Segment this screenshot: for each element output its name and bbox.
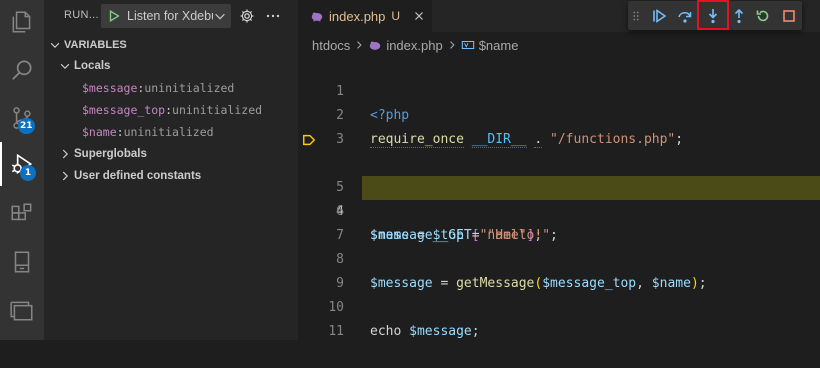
chevron-right-icon [449, 41, 455, 49]
source-control-badge: 21 [18, 118, 35, 134]
tab-bar: index.php U [298, 0, 820, 32]
breadcrumb-symbol[interactable]: $name [479, 38, 519, 53]
variable-name: $message [82, 81, 138, 95]
code-line-current: 4 $name = $_GET["name"]; [298, 128, 820, 243]
tab-git-status: U [391, 9, 401, 23]
source-control-icon[interactable]: 21 [0, 96, 44, 140]
stop-icon[interactable] [778, 5, 800, 27]
code-token: echo [370, 324, 402, 339]
run-debug-icon[interactable]: 1 [0, 142, 44, 186]
restart-icon[interactable] [752, 5, 774, 27]
code-line: 10 echo $message; [298, 272, 820, 339]
remote-explorer-icon[interactable] [0, 240, 44, 284]
search-icon[interactable] [0, 48, 44, 92]
sidebar-title: RUN... [64, 9, 99, 21]
variable-row[interactable]: $message: uninitialized [82, 77, 234, 99]
play-icon[interactable] [107, 9, 121, 23]
code-line: 7 [298, 200, 820, 243]
breadcrumb-file[interactable]: index.php [386, 38, 442, 53]
variable-separator: : [137, 81, 145, 95]
run-debug-header: RUN... Listen for Xdebug [44, 0, 298, 34]
continue-icon[interactable] [648, 5, 670, 27]
scope-superglobals[interactable]: Superglobals [58, 143, 147, 165]
variable-separator: : [116, 125, 124, 139]
debug-badge: 1 [20, 165, 36, 181]
close-icon[interactable] [412, 9, 426, 23]
symbol-variable-icon [461, 40, 474, 50]
variable-value: uninitialized [123, 125, 214, 139]
tab-index-php[interactable]: index.php U [298, 0, 432, 32]
chevron-right-icon [62, 149, 69, 159]
code-line: 9 [298, 248, 820, 291]
panels-icon[interactable] [0, 288, 44, 332]
chevron-down-icon [50, 42, 60, 49]
code-line: 2 require_once __DIR__ . "/functions.php… [298, 80, 820, 148]
step-into-highlight [697, 0, 729, 30]
explorer-icon[interactable] [0, 0, 44, 44]
code-line: 6 $message_top = "Hello!"; [298, 176, 820, 243]
gear-icon[interactable] [239, 8, 255, 24]
debug-toolbar [628, 0, 802, 30]
code-line: 11 [298, 296, 820, 339]
variables-title: VARIABLES [64, 39, 127, 51]
variables-section-header[interactable]: VARIABLES [44, 34, 298, 56]
editor-area: index.php U htdocs index.php $name 1 <?p… [298, 0, 820, 340]
scope-locals[interactable]: Locals [58, 55, 110, 77]
code-token: ; [471, 324, 480, 339]
chevron-right-icon [62, 171, 69, 181]
step-over-icon[interactable] [674, 5, 696, 27]
variable-value: uninitialized [144, 81, 235, 95]
scope-label: Superglobals [74, 148, 147, 160]
debug-sidebar: RUN... Listen for Xdebug VARIABLES Local… [44, 0, 298, 340]
code-line: 1 <?php [298, 56, 820, 123]
scope-label: Locals [74, 60, 111, 72]
launch-config-label: Listen for Xdebug [127, 9, 213, 23]
code-token: $message [409, 324, 472, 339]
breadcrumb-folder[interactable]: htdocs [312, 38, 350, 53]
code-line: 3 [298, 104, 820, 147]
line-number: 11 [328, 324, 344, 339]
extensions-icon[interactable] [0, 192, 44, 236]
variable-row[interactable]: $message_top: uninitialized [82, 99, 262, 121]
breadcrumb: htdocs index.php $name [312, 34, 518, 56]
launch-config-select[interactable]: Listen for Xdebug [101, 4, 231, 28]
code-line: 8 $message = getMessage($message_top, $n… [298, 224, 820, 291]
scope-user-constants[interactable]: User defined constants [58, 165, 201, 187]
variable-value: uninitialized [172, 103, 263, 117]
debug-arrow-icon [303, 134, 316, 146]
step-out-icon[interactable] [728, 5, 750, 27]
activity-bar: 21 1 [0, 0, 44, 340]
chevron-right-icon [357, 41, 362, 49]
variable-name: $name [82, 125, 117, 139]
php-file-icon [370, 41, 381, 50]
variable-name: $message_top [82, 103, 166, 117]
code-line: 5 [298, 152, 820, 195]
variable-separator: : [165, 103, 173, 117]
php-file-icon [311, 12, 323, 22]
tab-label: index.php [329, 8, 386, 24]
gripper-icon[interactable] [630, 5, 642, 27]
variable-row[interactable]: $name: uninitialized [82, 121, 214, 143]
scope-label: User defined constants [74, 170, 202, 182]
chevron-down-icon [215, 13, 225, 20]
more-icon[interactable] [265, 8, 281, 24]
chevron-down-icon [60, 63, 70, 70]
